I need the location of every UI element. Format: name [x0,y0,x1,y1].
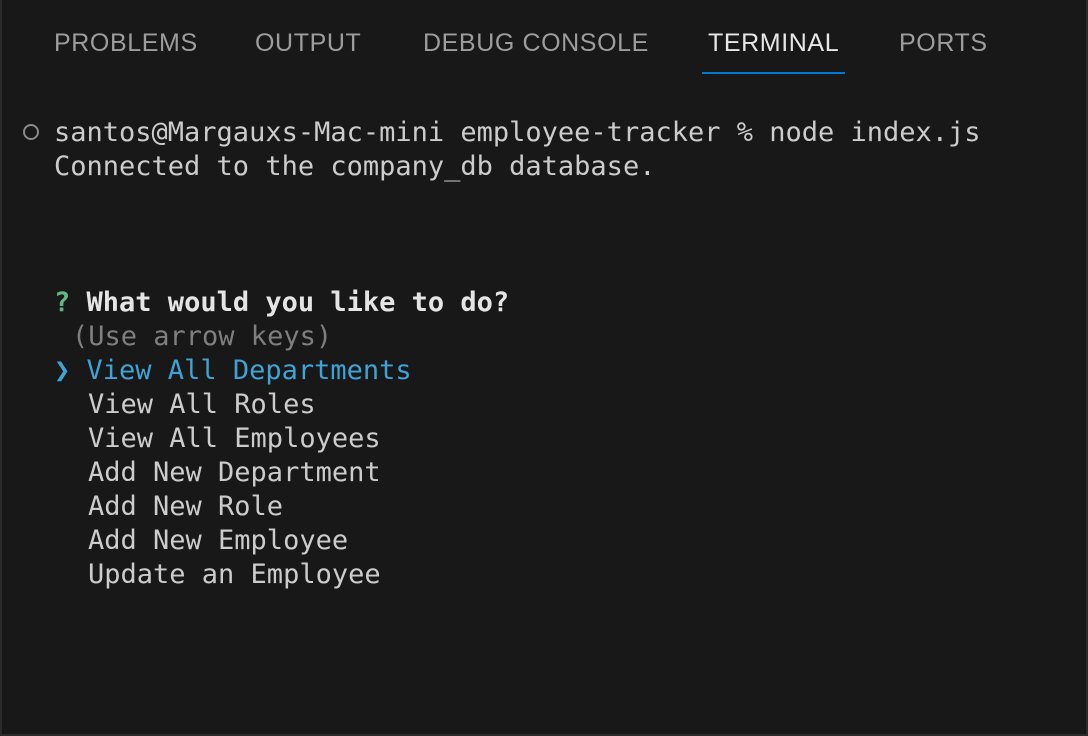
prompt-hint: (Use arrow keys) [72,321,333,352]
prompt-question-line: ? What would you like to do? [54,286,509,320]
menu-choice[interactable]: Add New Department [88,456,381,490]
prompt-question: What would you like to do? [86,287,510,318]
selection-pointer-icon: ❯ [54,355,71,386]
menu-choice-label: View All Departments [86,355,412,386]
command-status-circle-icon[interactable] [23,124,39,140]
terminal-panel: PROBLEMS OUTPUT DEBUG CONSOLE TERMINAL P… [0,0,1088,736]
menu-choice[interactable]: Update an Employee [88,558,381,592]
menu-choice[interactable]: Add New Employee [88,524,348,558]
terminal-output[interactable]: santos@Margauxs-Mac-mini employee-tracke… [2,0,1086,734]
menu-choice[interactable]: Add New Role [88,490,283,524]
connection-message: Connected to the company_db database. [54,151,656,182]
menu-choice-selected[interactable]: ❯ View All Departments [54,354,412,388]
menu-choice[interactable]: View All Employees [88,422,381,456]
command-line: santos@Margauxs-Mac-mini employee-tracke… [54,117,981,148]
menu-choice[interactable]: View All Roles [88,388,316,422]
question-mark-icon: ? [54,287,71,318]
